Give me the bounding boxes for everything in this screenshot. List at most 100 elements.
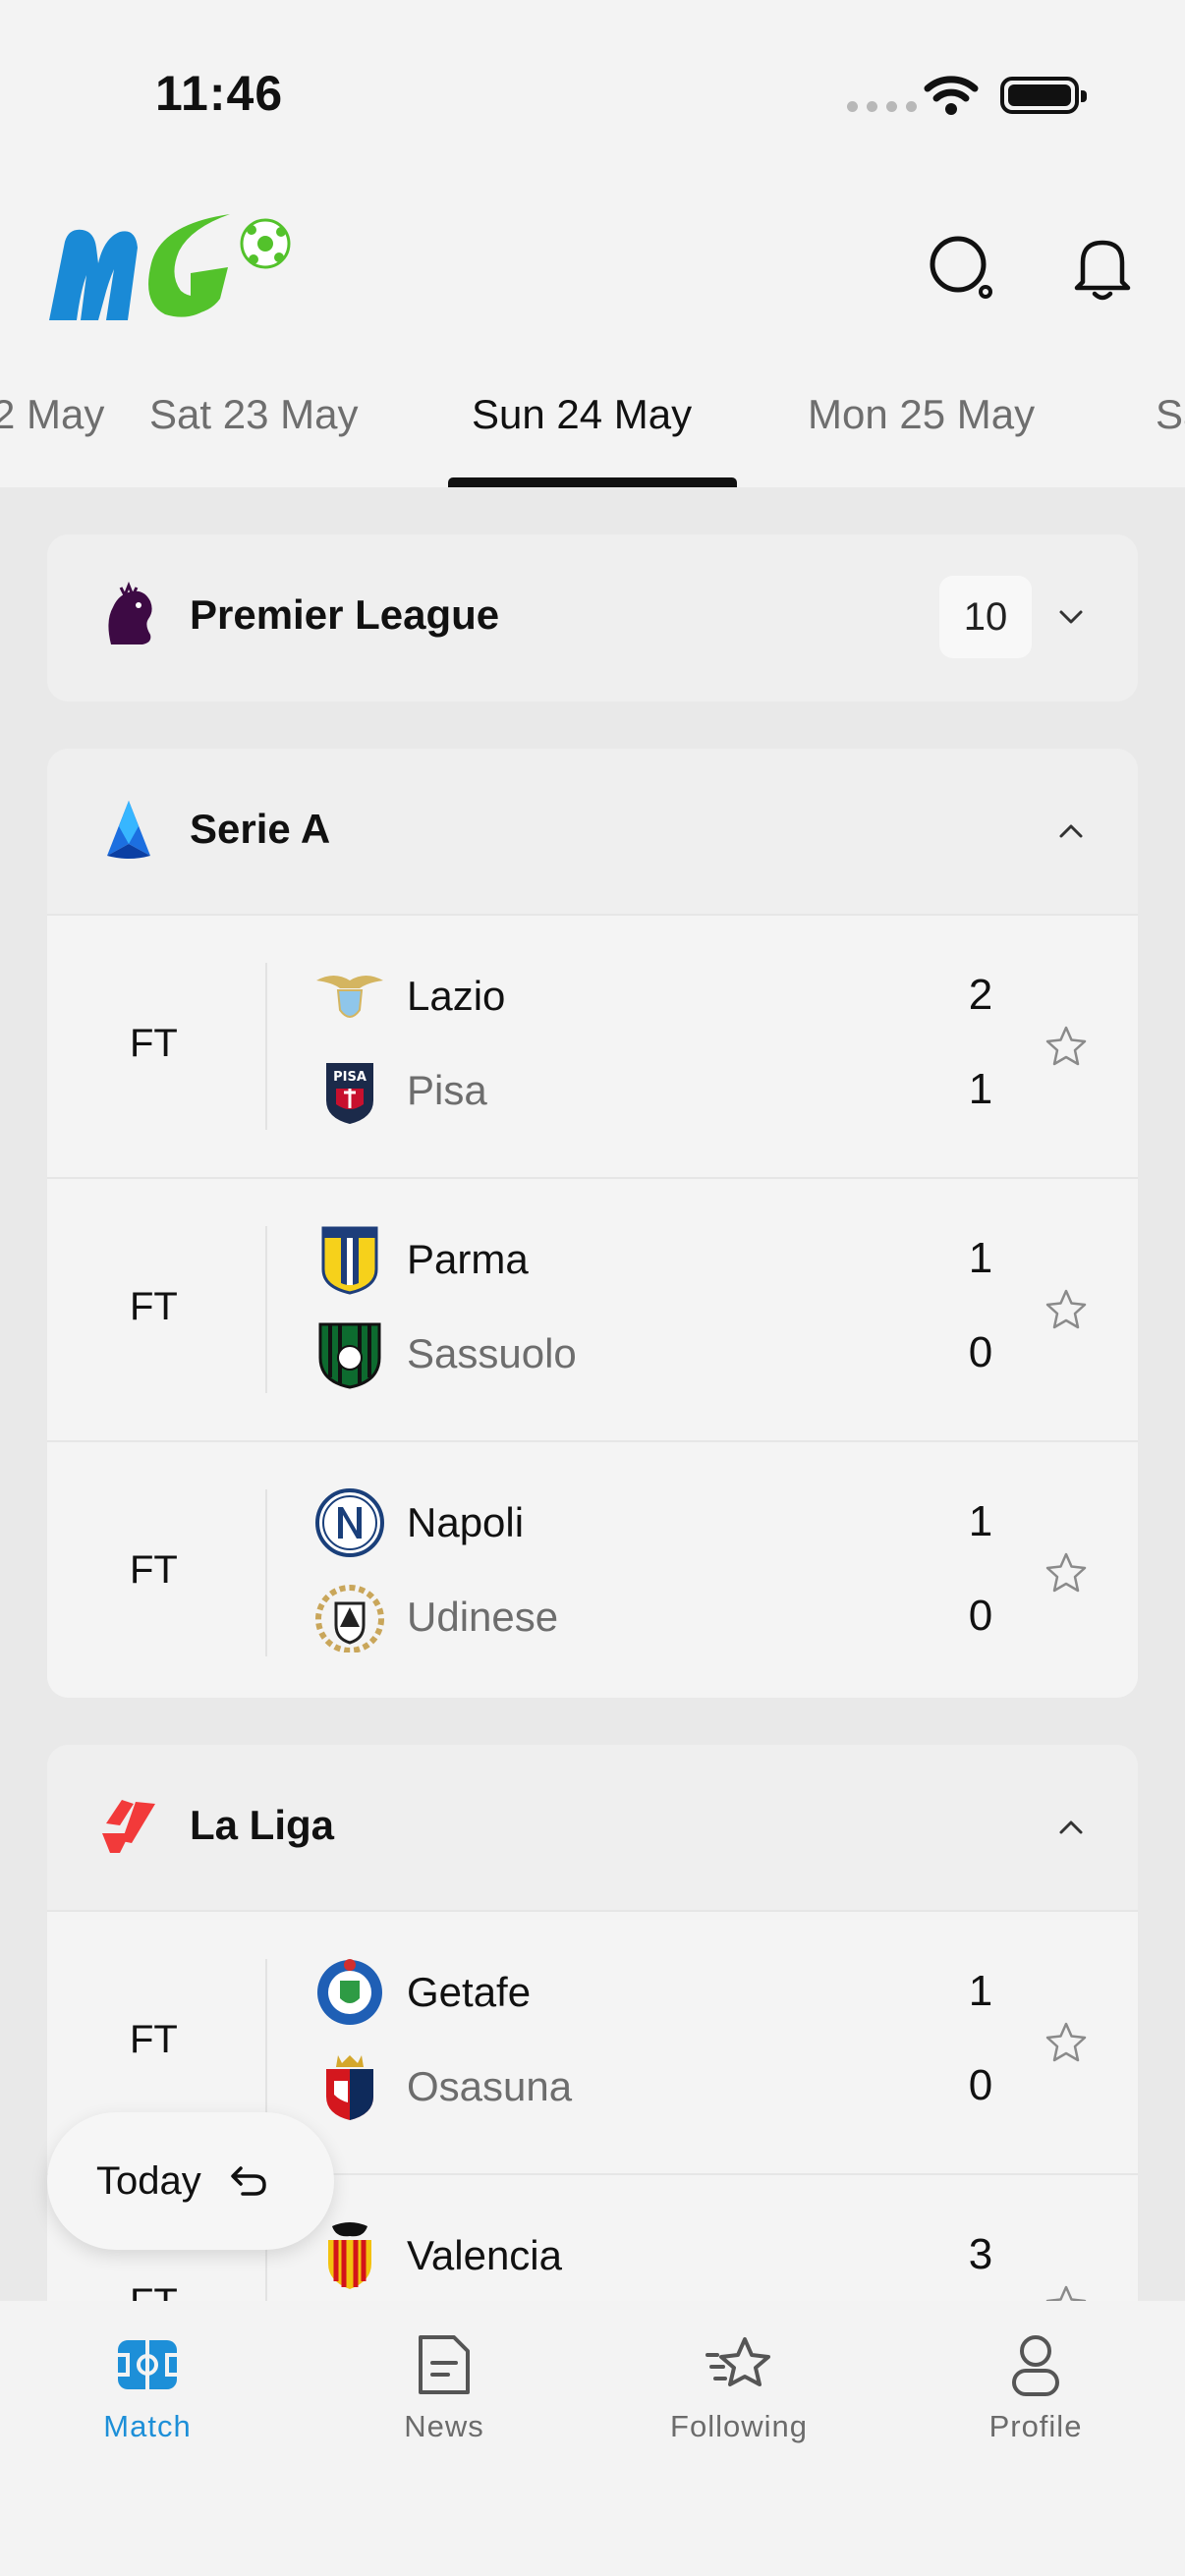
today-button[interactable]: Today xyxy=(47,2112,334,2250)
match-status: FT xyxy=(130,1022,178,1065)
today-label: Today xyxy=(96,2158,201,2203)
active-tab-indicator xyxy=(448,477,737,487)
league-card-premier-league[interactable]: Premier League 10 xyxy=(47,534,1138,701)
home-score: 2 xyxy=(968,971,993,1019)
parma-crest-icon xyxy=(314,1224,385,1295)
date-tab-active[interactable]: Sun 24 May xyxy=(472,391,692,438)
away-score: 0 xyxy=(968,2061,993,2109)
team-name: Valencia xyxy=(407,2232,562,2278)
status-bar: 11:46 xyxy=(0,0,1185,187)
team-name: Parma xyxy=(407,1236,529,1282)
league-name: La Liga xyxy=(190,1802,335,1848)
chevron-up-icon[interactable] xyxy=(1051,1808,1091,1847)
team-name: Pisa xyxy=(407,1067,487,1113)
team-name: Getafe xyxy=(407,1969,532,2015)
la-liga-logo-icon xyxy=(96,1794,161,1859)
home-score: 1 xyxy=(968,1234,993,1282)
favorite-star-icon[interactable] xyxy=(1044,2020,1089,2065)
date-tab[interactable]: Sat 23 May xyxy=(149,391,358,438)
news-icon xyxy=(419,2335,470,2394)
getafe-crest-icon xyxy=(314,1957,385,2028)
nav-label: Profile xyxy=(988,2409,1083,2443)
following-star-icon xyxy=(705,2337,770,2386)
wifi-icon xyxy=(924,76,979,115)
favorite-star-icon[interactable] xyxy=(1044,1024,1089,1069)
svg-text:PISA: PISA xyxy=(333,1070,367,1085)
nav-label: Match xyxy=(103,2409,192,2443)
divider xyxy=(265,963,267,1130)
league-name: Premier League xyxy=(190,591,500,638)
favorite-star-icon[interactable] xyxy=(1044,1287,1089,1332)
osasuna-crest-icon xyxy=(314,2051,385,2122)
valencia-crest-icon xyxy=(314,2220,385,2291)
notifications-button[interactable] xyxy=(1063,228,1142,307)
home-team: Parma xyxy=(314,1220,529,1299)
away-score: 0 xyxy=(968,1592,993,1640)
udinese-crest-icon xyxy=(314,1582,385,1652)
home-score: 1 xyxy=(968,1497,993,1545)
premier-league-logo-icon xyxy=(96,582,161,648)
match-status: FT xyxy=(130,1548,178,1592)
team-name: Udinese xyxy=(407,1594,559,1640)
favorite-star-icon[interactable] xyxy=(1044,1550,1089,1596)
date-tab[interactable]: Mon 25 May xyxy=(808,391,1035,438)
league-header[interactable]: Premier League 10 xyxy=(47,534,1138,701)
match-row[interactable]: FT Parma Sassuolo 1 0 xyxy=(47,1177,1138,1440)
bell-icon xyxy=(1074,240,1131,301)
away-team: Udinese xyxy=(314,1578,558,1656)
away-team: Sassuolo xyxy=(314,1315,577,1393)
match-row[interactable]: FT Lazio PISA Pisa 2 1 xyxy=(47,914,1138,1177)
divider xyxy=(265,1959,267,2126)
team-name: Sassuolo xyxy=(407,1330,577,1376)
match-list[interactable]: Premier League 10 Serie A FT Lazio PISA … xyxy=(0,487,1185,2301)
match-count-badge: 10 xyxy=(939,576,1032,658)
match-row[interactable]: FT Napoli Udinese 1 0 xyxy=(47,1440,1138,1698)
match-field-icon xyxy=(118,2340,177,2389)
search-button[interactable] xyxy=(922,228,1000,307)
team-name: Napoli xyxy=(407,1499,525,1545)
bottom-nav: Match News Following Profile xyxy=(0,2301,1185,2576)
date-tabs: Fri 22 May Sat 23 May Sun 24 May Mon 25 … xyxy=(0,364,1185,487)
team-name: Lazio xyxy=(407,973,506,1019)
home-team: Valencia xyxy=(314,2216,562,2295)
divider xyxy=(265,1489,267,1656)
nav-news[interactable]: News xyxy=(346,2321,542,2468)
away-score: 0 xyxy=(968,1328,993,1376)
home-team: Napoli xyxy=(314,1484,524,1562)
favorite-star-icon[interactable] xyxy=(1044,2283,1089,2301)
league-name: Serie A xyxy=(190,806,331,852)
match-status: FT xyxy=(130,2281,178,2301)
battery-icon xyxy=(1000,77,1087,114)
league-header[interactable]: Serie A xyxy=(47,749,1138,914)
league-header[interactable]: La Liga xyxy=(47,1745,1138,1910)
nav-label: News xyxy=(404,2409,484,2443)
nav-label: Following xyxy=(670,2409,808,2443)
chevron-down-icon[interactable] xyxy=(1051,597,1091,637)
home-team: Getafe xyxy=(314,1953,531,2032)
home-score: 3 xyxy=(968,2230,993,2278)
match-status: FT xyxy=(130,1285,178,1328)
date-tab[interactable]: Sat xyxy=(1156,391,1185,438)
date-tab[interactable]: Fri 22 May xyxy=(0,391,104,438)
nav-following[interactable]: Following xyxy=(641,2321,837,2468)
home-team: Lazio xyxy=(314,957,505,1036)
league-card-serie-a: Serie A FT Lazio PISA Pisa 2 1 FT Parma … xyxy=(47,749,1138,1698)
profile-icon xyxy=(1012,2335,1059,2396)
home-score: 1 xyxy=(968,1967,993,2015)
nav-match[interactable]: Match xyxy=(49,2321,246,2468)
sassuolo-crest-icon xyxy=(314,1318,385,1389)
pisa-crest-icon: PISA xyxy=(314,1055,385,1126)
away-score: 1 xyxy=(968,1065,993,1113)
lazio-crest-icon xyxy=(314,961,385,1032)
mg-logo xyxy=(49,214,291,320)
chevron-up-icon[interactable] xyxy=(1051,812,1091,851)
return-arrow-icon xyxy=(231,2166,266,2196)
divider xyxy=(265,1226,267,1393)
match-status: FT xyxy=(130,2018,178,2061)
serie-a-logo-icon xyxy=(96,798,161,863)
status-time: 11:46 xyxy=(155,66,284,121)
away-team: Osasuna xyxy=(314,2047,572,2126)
nav-profile[interactable]: Profile xyxy=(937,2321,1134,2468)
team-name: Osasuna xyxy=(407,2063,573,2109)
cellular-signal-icon xyxy=(847,101,917,112)
